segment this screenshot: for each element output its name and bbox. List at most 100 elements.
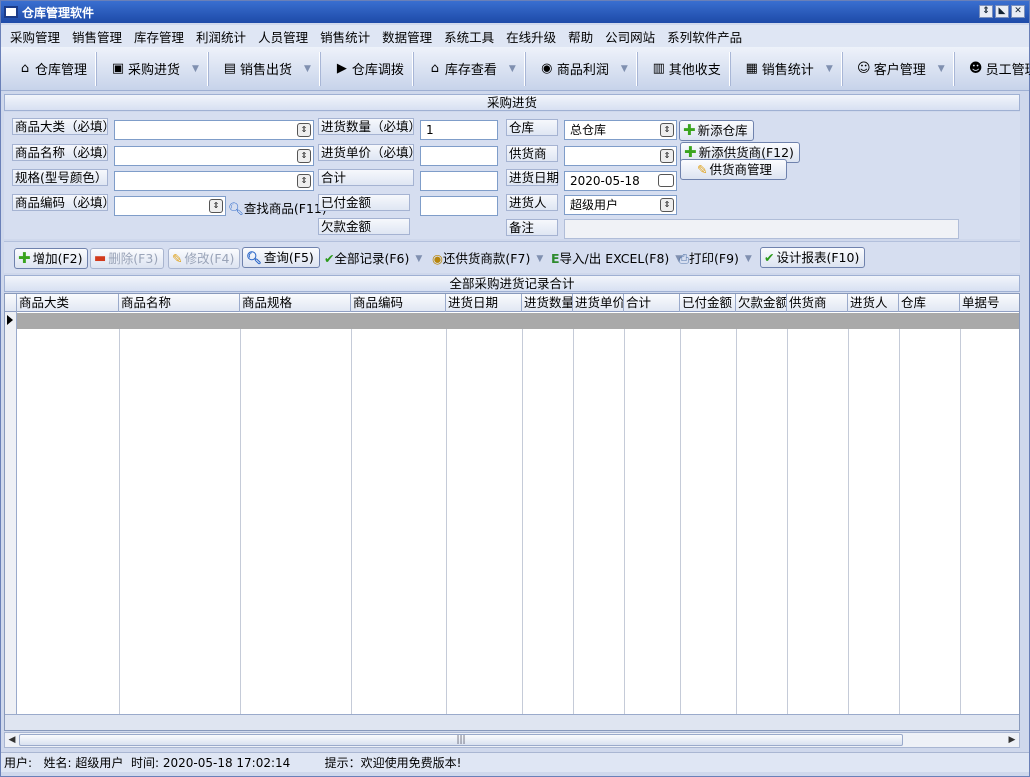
price-input[interactable] [420,146,498,166]
column-divider [848,329,849,714]
column-header[interactable]: 商品名称 [119,294,240,312]
dropdown-arrow-icon[interactable]: ▼ [536,248,543,270]
dropdown-arrow-icon[interactable]: ▼ [192,64,199,74]
combo-arrow-icon[interactable]: ⇕ [660,149,674,163]
column-divider [680,329,681,714]
edit-button[interactable]: ✎ 修改(F4) [168,248,241,269]
dropdown-arrow-icon[interactable]: ▼ [621,64,628,74]
column-header[interactable]: 商品大类 [17,294,119,312]
scroll-right-icon[interactable]: ▶ [1006,733,1018,747]
warehouse-combo[interactable]: 总仓库 ⇕ [564,120,677,140]
combo-arrow-icon[interactable]: ⇕ [297,149,311,163]
excel-button[interactable]: E 导入/出 EXCEL(F8) ▼ [551,248,682,270]
menu-profit[interactable]: 利润统计 [190,27,252,46]
total-input[interactable] [420,171,498,191]
name-combo[interactable]: ⇕ [114,146,314,166]
note-input[interactable] [564,219,959,239]
find-product-button[interactable]: 🔍︎ 查找商品(F11) [228,198,327,220]
print-button[interactable]: ⎙ 打印(F9) ▼ [679,248,752,270]
toolbar-transfer-button[interactable]: ▶ 仓库调拨 [326,51,413,86]
menu-purchase[interactable]: 采购管理 [4,27,66,46]
menu-sales[interactable]: 销售管理 [66,27,128,46]
design-report-button[interactable]: ✔ 设计报表(F10) [760,247,866,268]
column-header[interactable]: 进货日期 [446,294,522,312]
restore-icon[interactable]: ⇕ [979,5,993,18]
menu-data[interactable]: 数据管理 [376,27,438,46]
toolbar-customers-button[interactable]: ☺ 客户管理 ▼ [848,51,954,86]
date-picker[interactable]: 2020-05-18 [564,171,677,191]
toolbar-other-button[interactable]: ▥ 其他收支 [643,51,730,86]
menu-staff[interactable]: 人员管理 [252,27,314,46]
combo-arrow-icon[interactable]: ⇕ [297,123,311,137]
column-divider [787,329,788,714]
paid-input[interactable] [420,196,498,216]
column-header[interactable]: 进货数量 [522,294,573,312]
column-header[interactable]: 已付金额 [680,294,736,312]
column-header[interactable]: 进货人 [848,294,899,312]
menu-help[interactable]: 帮助 [562,27,599,46]
magnifier-icon: 🔍︎ [228,201,244,216]
column-divider [899,329,900,714]
minimize-icon[interactable]: ◣ [995,5,1009,18]
horizontal-scrollbar[interactable]: ◀ ||| ▶ [4,732,1020,748]
repay-supplier-button[interactable]: ◉ 还供货商款(F7) ▼ [432,248,543,270]
table-row[interactable] [17,313,1019,329]
toolbar-staff-button[interactable]: ☻员工管理 [960,52,1030,86]
dropdown-arrow-icon[interactable]: ▼ [304,64,311,74]
toolbar-stats-button[interactable]: ▦ 销售统计 ▼ [736,51,842,86]
new-warehouse-button[interactable]: ✚ 新添仓库 [679,120,754,141]
house-icon: ⌂ [20,61,30,76]
toolbar-profit-button[interactable]: ◉ 商品利润 ▼ [531,51,637,86]
dropdown-arrow-icon[interactable]: ▼ [509,64,516,74]
column-divider [446,329,447,714]
supplier-management-button[interactable]: ✎ 供货商管理 [680,159,787,180]
plus-icon: ✚ [18,249,31,267]
combo-arrow-icon[interactable]: ⇕ [297,174,311,188]
toolbar-sales-button[interactable]: ▤ 销售出货 ▼ [214,51,320,86]
menu-inventory[interactable]: 库存管理 [128,27,190,46]
dropdown-arrow-icon[interactable]: ▼ [745,248,752,270]
column-header[interactable]: 供货商 [787,294,848,312]
app-icon [4,6,18,18]
combo-arrow-icon[interactable]: ⇕ [209,199,223,213]
scrollbar-thumb[interactable]: ||| [19,734,903,746]
toolbar-inventory-button[interactable]: ⌂ 库存查看 ▼ [419,51,525,86]
column-header[interactable]: 欠款金额 [736,294,787,312]
supplier-combo[interactable]: ⇕ [564,146,677,166]
column-header[interactable]: 单据号 [960,294,1019,312]
menu-website[interactable]: 公司网站 [599,27,661,46]
column-header[interactable]: 商品编码 [351,294,446,312]
code-combo[interactable]: ⇕ [114,196,226,216]
menu-sales-stats[interactable]: 销售统计 [314,27,376,46]
combo-arrow-icon[interactable]: ⇕ [660,198,674,212]
purchase-icon: ▣ [111,61,125,76]
combo-arrow-icon[interactable]: ⇕ [660,123,674,137]
spec-combo[interactable]: ⇕ [114,171,314,191]
code-label: 商品编码（必填） [12,194,115,211]
column-header[interactable]: 仓库 [899,294,960,312]
money-bag-icon: ◉ [541,61,553,76]
close-icon[interactable]: ✕ [1011,5,1025,18]
dropdown-arrow-icon[interactable]: ▼ [938,64,945,74]
toolbar-warehouse-button[interactable]: ⌂ 仓库管理 [9,51,97,86]
category-combo[interactable]: ⇕ [114,120,314,140]
section-title: 采购进货 [4,94,1020,111]
toolbar-purchase-button[interactable]: ▣ 采购进货 ▼ [102,51,208,86]
dropdown-arrow-icon[interactable]: ▼ [826,64,833,74]
scroll-left-icon[interactable]: ◀ [6,733,18,747]
column-header[interactable]: 进货单价 [573,294,624,312]
calendar-icon[interactable] [658,174,674,187]
buyer-combo[interactable]: 超级用户 ⇕ [564,195,677,215]
menu-tools[interactable]: 系统工具 [438,27,500,46]
date-label: 进货日期 [506,169,559,186]
menu-products[interactable]: 系列软件产品 [661,27,748,46]
column-header[interactable]: 合计 [624,294,680,312]
dropdown-arrow-icon[interactable]: ▼ [415,248,422,270]
menu-upgrade[interactable]: 在线升级 [500,27,562,46]
query-button[interactable]: 🔍︎ 查询(F5) [242,247,320,268]
add-button[interactable]: ✚ 增加(F2) [14,248,89,269]
all-records-button[interactable]: ✔ 全部记录(F6) ▼ [324,248,422,270]
column-header[interactable]: 商品规格 [240,294,351,312]
delete-button[interactable]: ▬ 删除(F3) [90,248,165,269]
qty-input[interactable]: 1 [420,120,498,140]
